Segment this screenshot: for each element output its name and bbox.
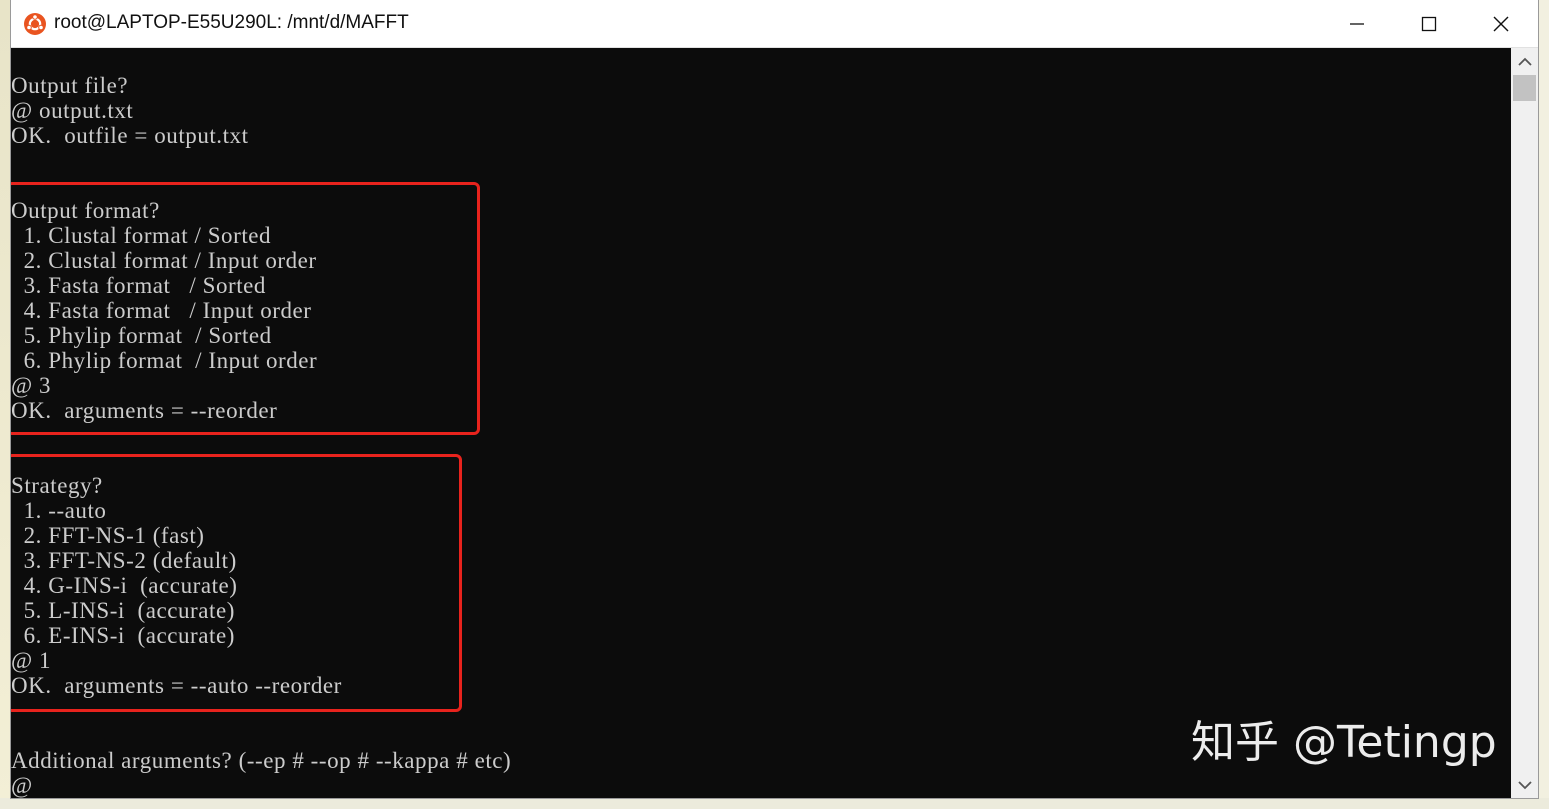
scroll-up-button[interactable] (1511, 50, 1538, 74)
console-line: Output file? (11, 73, 129, 98)
close-button[interactable] (1465, 0, 1537, 47)
title-bar[interactable]: root@LAPTOP-E55U290L: /mnt/d/MAFFT (11, 0, 1538, 48)
minimize-icon (1350, 22, 1364, 25)
close-icon (1493, 16, 1509, 31)
console-prompt-line[interactable]: @ (11, 773, 511, 798)
console-line: OK. outfile = output.txt (11, 123, 249, 148)
console-line: Additional arguments? (--ep # --op # --k… (11, 748, 512, 773)
strategy-highlight-box (11, 454, 462, 712)
desktop-background-bottom (0, 798, 1549, 809)
terminal-console[interactable]: Output file? @ output.txt OK. outfile = ou… (11, 48, 1511, 798)
scroll-up-arrow-icon (1517, 57, 1532, 66)
window-title: root@LAPTOP-E55U290L: /mnt/d/MAFFT (54, 12, 409, 33)
scroll-down-arrow-icon (1517, 781, 1532, 790)
maximize-icon (1421, 16, 1437, 31)
ubuntu-icon[interactable] (23, 12, 47, 36)
zhihu-watermark: 知乎 @Tetingp (1191, 717, 1497, 768)
scroll-thumb[interactable] (1513, 75, 1536, 101)
scroll-down-button[interactable] (1511, 773, 1538, 797)
minimize-button[interactable] (1321, 0, 1393, 47)
maximize-button[interactable] (1393, 0, 1465, 47)
desktop-background-right (1538, 0, 1549, 809)
terminal-window[interactable]: root@LAPTOP-E55U290L: /mnt/d/MAFFT Outpu… (11, 0, 1538, 798)
output-format-highlight-box (11, 182, 480, 435)
vertical-scrollbar[interactable] (1511, 48, 1538, 798)
console-line: @ output.txt (11, 98, 134, 123)
